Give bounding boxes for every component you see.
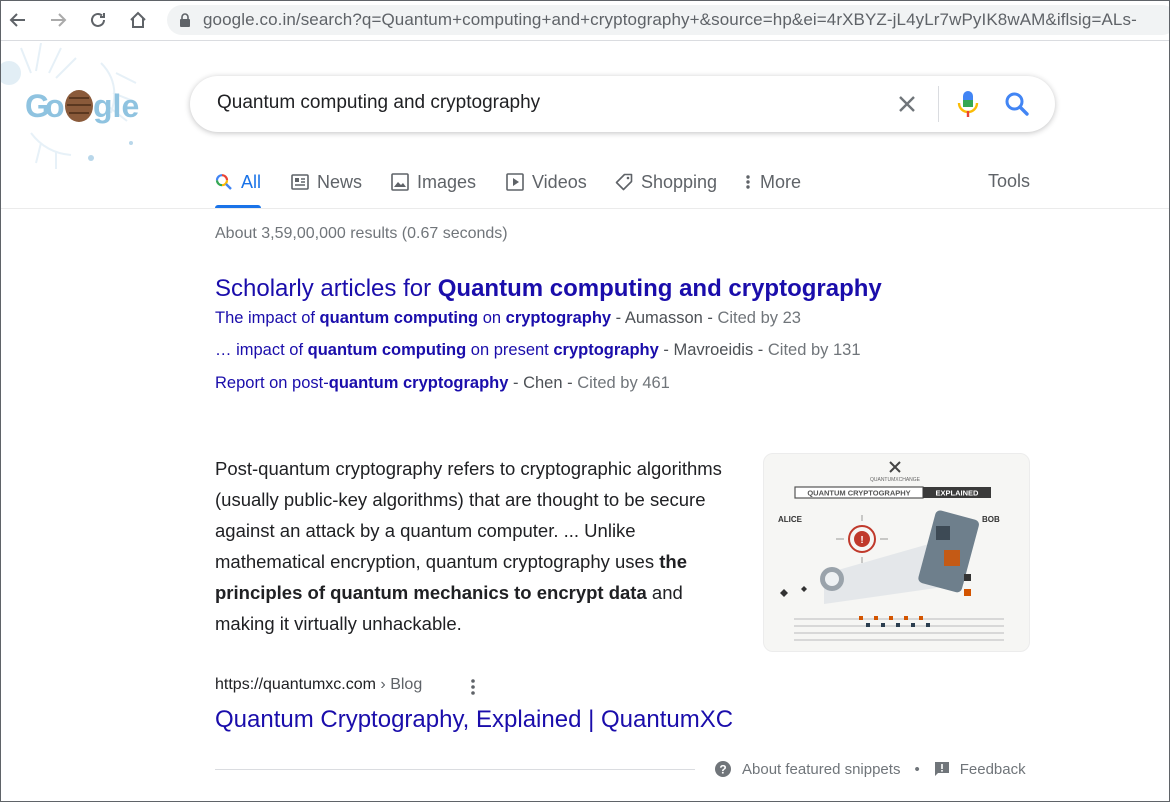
scholarly-item-link[interactable]: The impact of quantum computing on crypt… [215, 309, 611, 327]
browser-window: google.co.in/search?q=Quantum+computing+… [0, 0, 1170, 802]
bob-label: BOB [982, 515, 1000, 524]
divider [938, 86, 939, 122]
tab-videos[interactable]: Videos [506, 171, 587, 193]
clear-icon[interactable] [894, 91, 920, 117]
link-bold: cryptography [505, 309, 612, 327]
link-text: on present [466, 341, 554, 359]
scholarly-item-link[interactable]: … impact of quantum computing on present… [215, 341, 659, 359]
scholarly-title-query: Quantum computing and cryptography [437, 275, 882, 302]
about-featured-snippets-link[interactable]: About featured snippets [742, 761, 900, 778]
svg-text:o: o [45, 88, 65, 124]
feedback-icon [934, 762, 949, 776]
forward-arrow-icon[interactable] [45, 7, 71, 33]
tab-all-label: All [241, 171, 262, 192]
tab-images[interactable]: Images [391, 171, 476, 193]
featured-snippet-footer: ? About featured snippets • Feedback [714, 760, 1026, 778]
google-doodle-logo[interactable]: G o gle [1, 42, 151, 173]
tab-images-label: Images [417, 171, 477, 192]
bullet-separator: • [914, 760, 920, 778]
banner-left: QUANTUM CRYPTOGRAPHY [807, 489, 910, 498]
link-bold: quantum cryptography [328, 374, 509, 392]
home-icon[interactable] [125, 7, 151, 33]
news-icon [291, 174, 309, 190]
featured-snippet-text: Post-quantum cryptography refers to cryp… [215, 453, 735, 639]
link-text: Report on post- [215, 374, 329, 392]
result-url[interactable]: https://quantumxc.com › Blog [215, 676, 422, 694]
result-breadcrumb: › Blog [375, 676, 423, 693]
tab-shopping-label: Shopping [641, 171, 718, 192]
cited-by-link[interactable]: Cited by 131 [768, 341, 861, 359]
scholarly-item: Report on post-quantum cryptography - Ch… [215, 374, 670, 393]
feedback-link[interactable]: Feedback [960, 761, 1026, 778]
scholarly-articles-link[interactable]: Scholarly articles for Quantum computing… [215, 275, 882, 303]
divider [215, 769, 695, 770]
result-stats: About 3,59,00,000 results (0.67 seconds) [215, 225, 508, 242]
result-title-link[interactable]: Quantum Cryptography, Explained | Quantu… [215, 706, 733, 734]
tab-more-label: More [760, 171, 802, 192]
cited-by-link[interactable]: Cited by 23 [717, 309, 800, 327]
url-text: google.co.in/search?q=Quantum+computing+… [203, 10, 1137, 29]
link-bold: cryptography [553, 341, 659, 359]
tab-news[interactable]: News [291, 171, 362, 193]
alice-label: ALICE [778, 515, 803, 524]
vertical-dots-icon [746, 175, 750, 189]
author: - Aumasson - [611, 309, 718, 327]
image-icon [391, 173, 409, 191]
link-bold: quantum computing [307, 341, 467, 359]
link-text: … impact of [215, 341, 308, 359]
svg-text:!: ! [860, 535, 863, 546]
search-icon[interactable] [1003, 90, 1031, 118]
cited-by-link[interactable]: Cited by 461 [577, 374, 670, 392]
scholarly-item: The impact of quantum computing on crypt… [215, 309, 801, 328]
help-icon: ? [715, 761, 731, 777]
result-site: https://quantumxc.com [215, 676, 376, 693]
address-bar[interactable]: google.co.in/search?q=Quantum+computing+… [167, 5, 1169, 35]
tab-videos-label: Videos [532, 171, 587, 192]
tab-shopping[interactable]: Shopping [615, 171, 717, 193]
active-tab-indicator [215, 205, 261, 208]
link-bold: quantum computing [319, 309, 479, 327]
search-multicolor-icon [215, 174, 232, 190]
snippet-image[interactable]: QUANTUMXCHANGE QUANTUM CRYPTOGRAPHY EXPL… [763, 453, 1030, 652]
brand-text: QUANTUMXCHANGE [870, 477, 921, 483]
snippet-text: Post-quantum cryptography refers to cryp… [215, 458, 722, 572]
tag-icon [615, 173, 633, 191]
microphone-icon[interactable] [956, 89, 980, 119]
tab-more[interactable]: More [744, 171, 801, 193]
search-tabs: All News Images Videos Shopping More Too… [1, 161, 1169, 209]
search-box[interactable]: Quantum computing and cryptography [190, 76, 1055, 132]
reload-icon[interactable] [85, 7, 111, 33]
tab-all[interactable]: All [215, 171, 261, 193]
video-icon [506, 173, 524, 191]
browser-toolbar: google.co.in/search?q=Quantum+computing+… [1, 1, 1169, 41]
back-arrow-icon[interactable] [5, 7, 31, 33]
svg-text:?: ? [719, 763, 726, 777]
svg-text:gle: gle [93, 88, 139, 124]
scholarly-item-link[interactable]: Report on post-quantum cryptography [215, 374, 508, 392]
result-menu-icon[interactable] [465, 677, 481, 697]
author: - Chen - [508, 374, 578, 392]
lock-icon [180, 12, 190, 27]
search-input[interactable]: Quantum computing and cryptography [217, 92, 540, 114]
scholarly-item: … impact of quantum computing on present… [215, 341, 861, 360]
banner-right: EXPLAINED [936, 489, 980, 498]
tab-news-label: News [317, 171, 363, 192]
tools-button[interactable]: Tools [988, 171, 1030, 192]
author: - Mavroeidis - [658, 341, 768, 359]
link-text: The impact of [215, 309, 320, 327]
link-text: on [478, 309, 506, 327]
scholarly-title-prefix: Scholarly articles for [215, 275, 438, 302]
